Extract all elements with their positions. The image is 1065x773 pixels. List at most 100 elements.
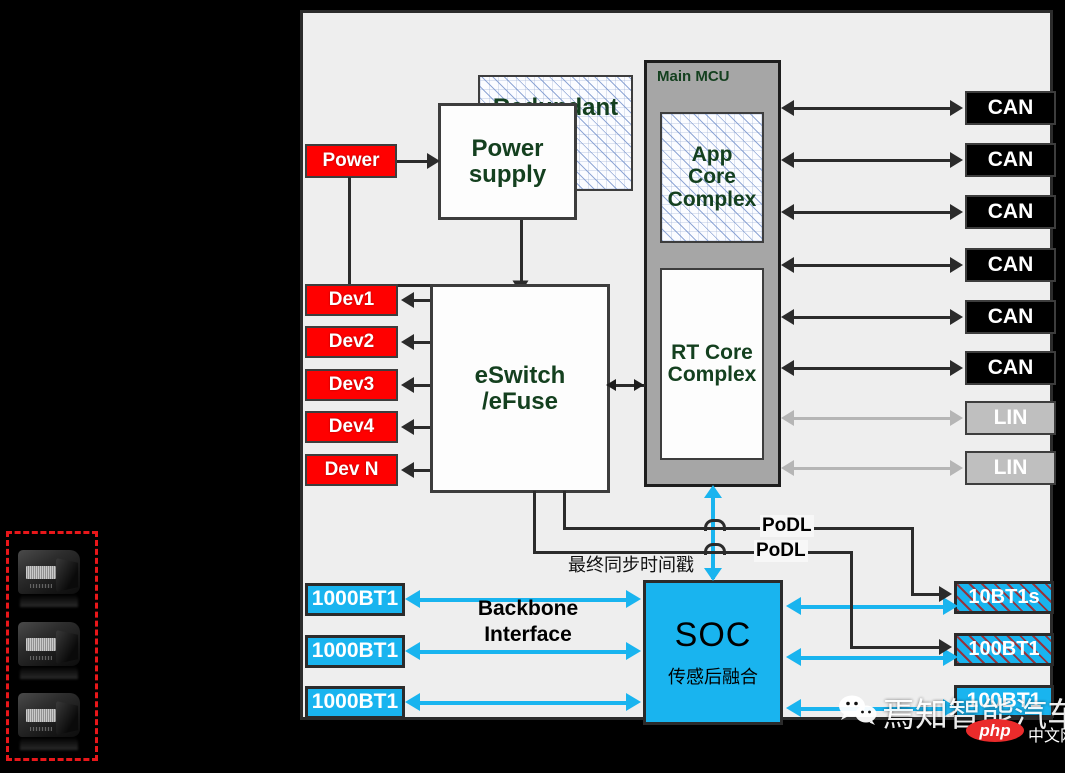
connector-mcu-can-4 <box>793 264 956 267</box>
block-power-supply[interactable]: Power supply <box>438 103 577 220</box>
connector-soc-100bt1-h <box>799 656 951 660</box>
podl-1-vertical-out <box>563 491 566 529</box>
arrowhead-can-4-left <box>781 257 794 273</box>
podl-1-vertical-down <box>911 527 914 596</box>
block-dev-2[interactable]: Dev2 <box>305 326 398 358</box>
block-backbone-1000bt1-2[interactable]: 1000BT1 <box>305 635 405 668</box>
block-dev-3[interactable]: Dev3 <box>305 369 398 401</box>
soc-subtitle: 传感后融合 <box>668 667 758 688</box>
arrowhead-soc-100bt1-h-left <box>786 648 801 666</box>
block-can-6[interactable]: CAN <box>965 351 1056 385</box>
arrowhead-dev-4 <box>401 419 414 435</box>
block-can-1[interactable]: CAN <box>965 91 1056 125</box>
block-can-5[interactable]: CAN <box>965 300 1056 334</box>
podl-2-vertical-out <box>533 491 536 553</box>
camera-sensor-image <box>14 546 90 608</box>
block-10bt1s[interactable]: 10BT1s <box>954 581 1054 614</box>
arrowhead-eswitch-mcu-left <box>606 379 616 391</box>
arrowhead-eswitch-mcu-right <box>634 379 644 391</box>
arrowhead-backbone-1-left <box>405 590 420 608</box>
sensor-to-diagram-wire <box>104 598 300 602</box>
arrowhead-lin-2-left <box>781 460 794 476</box>
block-dev-n[interactable]: Dev N <box>305 454 398 486</box>
arrowhead-can-1-left <box>781 100 794 116</box>
block-rt-core-complex[interactable]: RT Core Complex <box>660 268 764 460</box>
block-can-3[interactable]: CAN <box>965 195 1056 229</box>
podl-2-to-block <box>850 646 943 649</box>
connector-mcu-soc <box>711 493 715 579</box>
arrowhead-dev-3 <box>401 377 414 393</box>
block-soc[interactable]: SOC 传感后融合 <box>643 580 783 725</box>
podl-2-vertical-down <box>850 551 853 649</box>
main-mcu-title: Main MCU <box>657 68 730 85</box>
connector-mcu-can-2 <box>793 159 956 162</box>
wire-hop-podl-2 <box>704 543 726 555</box>
arrowhead-dev-1 <box>401 292 414 308</box>
arrowhead-soc-100bt1-left <box>786 699 801 717</box>
connector-mcu-can-5 <box>793 316 956 319</box>
arrowhead-lin-1-right <box>950 410 963 426</box>
label-backbone-interface: Backbone Interface <box>477 597 579 647</box>
soc-title: SOC <box>674 616 752 654</box>
arrowhead-mcu-soc-up <box>704 485 722 498</box>
arrowhead-backbone-3-left <box>405 693 420 711</box>
podl-1-horizontal <box>563 527 914 530</box>
arrowhead-lin-1-left <box>781 410 794 426</box>
camera-sensor-image <box>14 689 90 751</box>
wechat-icon <box>839 695 877 725</box>
arrowhead-can-2-left <box>781 152 794 168</box>
connector-mcu-lin-2 <box>793 467 956 470</box>
block-100bt1-hatched[interactable]: 100BT1 <box>954 633 1054 666</box>
block-can-2[interactable]: CAN <box>965 143 1056 177</box>
label-podl-2: PoDL <box>754 540 808 562</box>
watermark: 焉知智能汽车 php 中文网 <box>838 688 1065 745</box>
camera-sensor-image <box>14 618 90 680</box>
arrowhead-can-5-right <box>950 309 963 325</box>
arrowhead-podl-2 <box>939 639 952 655</box>
arrowhead-mcu-soc-down <box>704 568 722 581</box>
arrowhead-can-4-right <box>950 257 963 273</box>
connector-eswitch-dev-3 <box>413 384 431 387</box>
arrowhead-lin-2-right <box>950 460 963 476</box>
wire-hop-podl-1 <box>704 519 726 531</box>
block-dev-4[interactable]: Dev4 <box>305 411 398 443</box>
sensor-photo-panel <box>0 526 104 773</box>
connector-eswitch-dev-2 <box>413 341 431 344</box>
arrowhead-backbone-2-right <box>626 642 641 660</box>
connector-mcu-can-3 <box>793 211 956 214</box>
arrowhead-podl-1 <box>939 586 952 602</box>
block-can-4[interactable]: CAN <box>965 248 1056 282</box>
php-badge: php <box>966 719 1024 742</box>
arrowhead-dev-n <box>401 462 414 478</box>
connector-power-down <box>348 177 351 287</box>
arrowhead-can-6-left <box>781 360 794 376</box>
connector-eswitch-dev-1 <box>413 299 431 302</box>
connector-backbone-2-soc <box>418 650 630 654</box>
connector-eswitch-dev-n <box>413 469 431 472</box>
connector-mcu-can-6 <box>793 367 956 370</box>
architecture-diagram: Power Redundant Power supply Dev1 Dev2 D… <box>300 10 1056 725</box>
block-lin-2[interactable]: LIN <box>965 451 1056 485</box>
arrowhead-backbone-2-left <box>405 642 420 660</box>
connector-supply-to-eswitch <box>520 220 523 286</box>
block-app-core-complex[interactable]: App Core Complex <box>660 112 764 243</box>
label-podl-1: PoDL <box>760 515 814 537</box>
block-dev-1[interactable]: Dev1 <box>305 284 398 316</box>
arrowhead-can-5-left <box>781 309 794 325</box>
arrowhead-backbone-3-right <box>626 693 641 711</box>
arrowhead-can-1-right <box>950 100 963 116</box>
screenshot-root: Power Redundant Power supply Dev1 Dev2 D… <box>0 0 1065 773</box>
arrowhead-can-6-right <box>950 360 963 376</box>
block-lin-1[interactable]: LIN <box>965 401 1056 435</box>
block-backbone-1000bt1-1[interactable]: 1000BT1 <box>305 583 405 616</box>
connector-backbone-3-soc <box>418 701 630 705</box>
label-final-sync-timestamp: 最终同步时间戳 <box>568 555 694 576</box>
arrowhead-dev-2 <box>401 334 414 350</box>
connector-mcu-lin-1 <box>793 417 956 420</box>
block-eswitch-efuse[interactable]: eSwitch /eFuse <box>430 284 610 493</box>
block-power[interactable]: Power <box>305 144 397 178</box>
block-backbone-1000bt1-3[interactable]: 1000BT1 <box>305 686 405 719</box>
php-badge-suffix: 中文网 <box>1028 726 1065 745</box>
connector-eswitch-dev-4 <box>413 426 431 429</box>
arrowhead-can-3-right <box>950 204 963 220</box>
